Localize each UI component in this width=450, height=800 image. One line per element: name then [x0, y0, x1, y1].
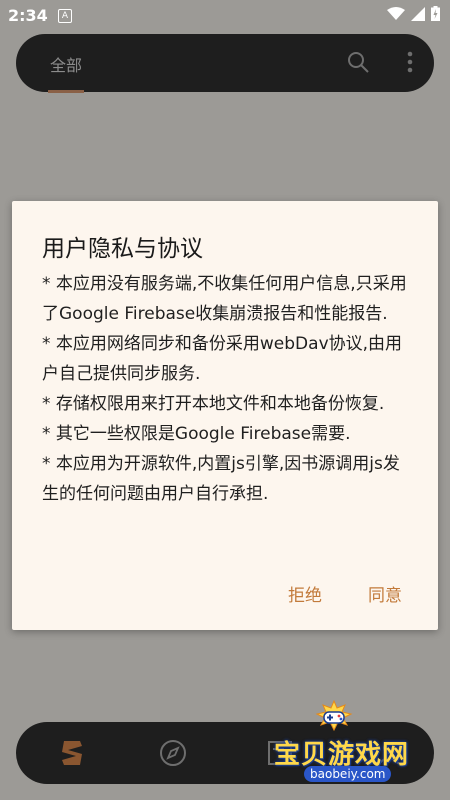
bookshelf-icon[interactable] — [56, 736, 90, 770]
policy-line: * 本应用没有服务端,不收集任何用户信息,只采用了Google Firebase… — [42, 274, 407, 324]
tab-all[interactable]: 全部 — [50, 52, 82, 76]
tab-indicator — [48, 90, 84, 93]
top-app-bar: 全部 — [16, 34, 434, 92]
dialog-actions: 拒绝 同意 — [288, 581, 402, 606]
policy-line: * 存储权限用来打开本地文件和本地备份恢复. — [42, 394, 385, 414]
signal-icon — [411, 6, 425, 21]
gamepad-icon — [315, 700, 353, 732]
policy-line: * 本应用网络同步和备份采用webDav协议,由用户自己提供同步服务. — [42, 334, 403, 384]
reject-button[interactable]: 拒绝 — [288, 581, 322, 606]
battery-icon — [431, 6, 440, 21]
policy-line: * 其它一些权限是Google Firebase需要. — [42, 424, 351, 444]
status-bar: 2:34 A — [0, 0, 450, 32]
system-icons — [387, 6, 440, 21]
site-watermark: 宝贝游戏网 baobeiy.com — [270, 700, 440, 790]
policy-line: * 本应用为开源软件,内置js引擎,因书源调用js发生的任何问题由用户自行承担. — [42, 454, 400, 504]
notification-icon: A — [58, 9, 72, 23]
watermark-url: baobeiy.com — [304, 766, 392, 782]
compass-icon[interactable] — [156, 736, 190, 770]
search-icon[interactable] — [346, 50, 370, 74]
more-vert-icon[interactable] — [406, 50, 414, 74]
dialog-title: 用户隐私与协议 — [42, 236, 203, 262]
privacy-dialog: 用户隐私与协议 * 本应用没有服务端,不收集任何用户信息,只采用了Google … — [12, 201, 438, 630]
status-time: 2:34 — [8, 6, 48, 25]
dialog-body: * 本应用没有服务端,不收集任何用户信息,只采用了Google Firebase… — [42, 269, 414, 509]
wifi-icon — [387, 6, 405, 20]
accept-button[interactable]: 同意 — [368, 581, 402, 606]
